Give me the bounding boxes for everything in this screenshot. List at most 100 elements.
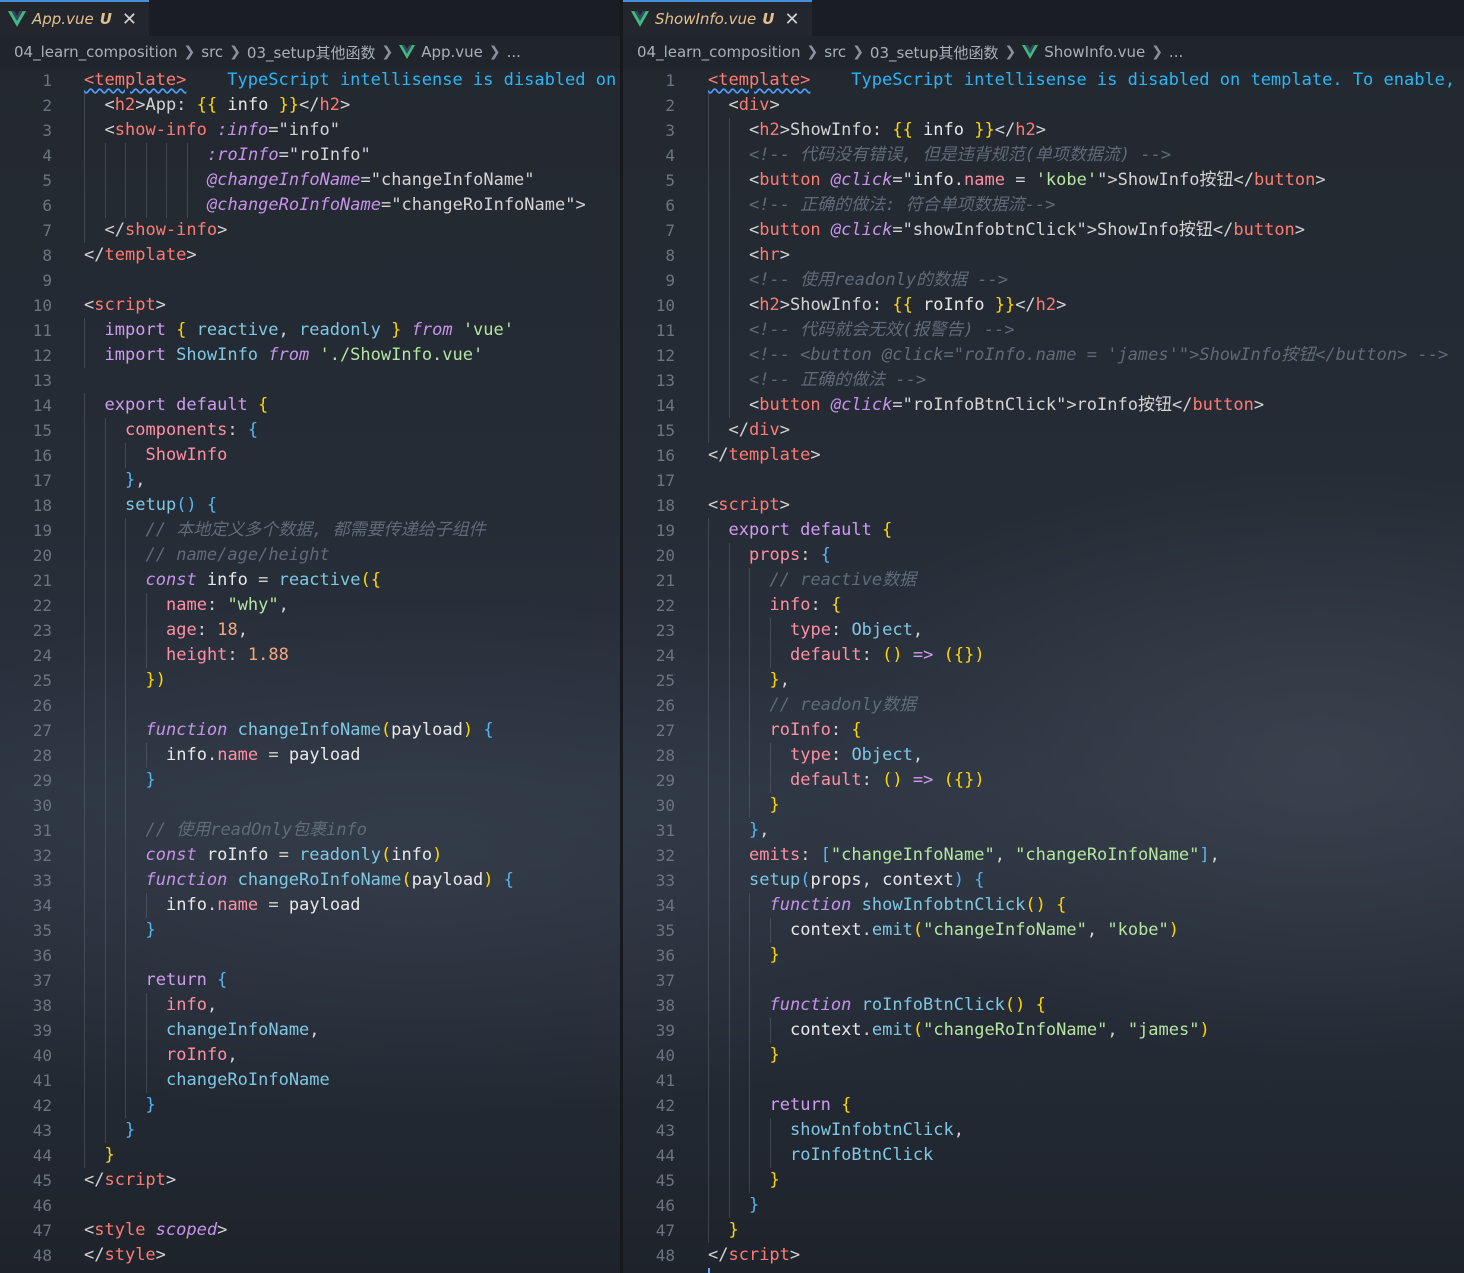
code-line[interactable]: 12 import ShowInfo from './ShowInfo.vue' (0, 343, 620, 368)
code-line[interactable]: 4 <!-- 代码没有错误, 但是违背规范(单项数据流) --> (623, 143, 1464, 168)
code-line[interactable]: 46} (623, 1193, 1464, 1218)
code-line[interactable]: 27 roInfo: { (623, 718, 1464, 743)
tab-app-vue[interactable]: App.vue U ✕ (0, 0, 149, 36)
editor-pane-left[interactable]: App.vue U ✕ 04_learn_composition ❯ src ❯… (0, 0, 623, 1273)
code-line[interactable]: 25}, (623, 668, 1464, 693)
code-line[interactable]: 9 <!-- 使用readonly的数据 --> (623, 268, 1464, 293)
code-line[interactable]: 36 (0, 943, 620, 968)
breadcrumb-symbol[interactable]: ... (507, 43, 521, 61)
code-line[interactable]: 35} (0, 918, 620, 943)
code-line[interactable]: 9 (0, 268, 620, 293)
tab-showinfo-vue[interactable]: ShowInfo.vue U ✕ (623, 0, 812, 36)
code-line[interactable]: 41 changeRoInfoName (0, 1068, 620, 1093)
code-line[interactable]: 21 // reactive数据 (623, 568, 1464, 593)
code-editor-left[interactable]: 1 <template> TypeScript intellisense is d… (0, 68, 620, 1273)
close-icon[interactable]: ✕ (784, 9, 799, 30)
code-line[interactable]: 33 setup(props, context) { (623, 868, 1464, 893)
code-line[interactable]: 48 </style> (0, 1243, 620, 1268)
code-line[interactable]: 35 context.emit("changeInfoName", "kobe") (623, 918, 1464, 943)
breadcrumb-file[interactable]: ShowInfo.vue (1044, 43, 1145, 61)
code-line[interactable]: 10 <h2>ShowInfo: {{ roInfo }}</h2> (623, 293, 1464, 318)
code-line[interactable]: 34 function showInfobtnClick() { (623, 893, 1464, 918)
code-line[interactable]: 11 <!-- 代码就会无效(报警告) --> (623, 318, 1464, 343)
code-line[interactable]: 40 roInfo, (0, 1043, 620, 1068)
code-line[interactable]: 1 <template> TypeScript intellisense is d… (0, 68, 620, 93)
code-line[interactable]: 42} (0, 1093, 620, 1118)
code-line[interactable]: 29} (0, 768, 620, 793)
code-line[interactable]: 32 const roInfo = readonly(info) (0, 843, 620, 868)
code-line[interactable]: 19 // 本地定义多个数据, 都需要传递给子组件 (0, 518, 620, 543)
code-line[interactable]: 46 (0, 1193, 620, 1218)
code-line[interactable]: 15 components: { (0, 418, 620, 443)
code-line[interactable]: 37 (623, 968, 1464, 993)
code-line[interactable]: 11 import { reactive, readonly } from 'vu… (0, 318, 620, 343)
code-line[interactable]: 41 (623, 1068, 1464, 1093)
code-line[interactable]: 39 context.emit("changeRoInfoName", "jame… (623, 1018, 1464, 1043)
code-line[interactable]: 39 changeInfoName, (0, 1018, 620, 1043)
code-line[interactable]: 38 info, (0, 993, 620, 1018)
code-line[interactable]: 14 <button @click="roInfoBtnClick">roInfo… (623, 393, 1464, 418)
code-line[interactable]: 40} (623, 1043, 1464, 1068)
editor-pane-right[interactable]: ShowInfo.vue U ✕ 04_learn_composition ❯ … (623, 0, 1464, 1273)
code-line[interactable]: 8 </template> (0, 243, 620, 268)
code-line[interactable]: 22 info: { (623, 593, 1464, 618)
code-line[interactable]: 31 // 使用readOnly包裹info (0, 818, 620, 843)
code-line[interactable]: 5 @changeInfoName="changeInfoName" (0, 168, 620, 193)
code-line[interactable]: 33 function changeRoInfoName(payload) { (0, 868, 620, 893)
breadcrumb-folder-root[interactable]: 04_learn_composition (637, 43, 801, 61)
code-line[interactable]: 17}, (0, 468, 620, 493)
code-line[interactable]: 20 props: { (623, 543, 1464, 568)
code-line[interactable]: 7 </show-info> (0, 218, 620, 243)
code-line[interactable]: 44 roInfoBtnClick (623, 1143, 1464, 1168)
code-line[interactable]: 38 function roInfoBtnClick() { (623, 993, 1464, 1018)
breadcrumb-folder-setup[interactable]: 03_setup其他函数 (247, 42, 376, 63)
code-line[interactable]: 1 <template> TypeScript intellisense is d… (623, 68, 1464, 93)
code-line[interactable]: 43 showInfobtnClick, (623, 1118, 1464, 1143)
code-line[interactable]: 22 name: "why", (0, 593, 620, 618)
code-line[interactable]: 18 setup() { (0, 493, 620, 518)
code-line[interactable]: 31}, (623, 818, 1464, 843)
code-line[interactable]: 8 <hr> (623, 243, 1464, 268)
code-line[interactable]: 48 </script> (623, 1243, 1464, 1268)
code-line[interactable]: 16 ShowInfo (0, 443, 620, 468)
code-line[interactable]: 18 <script> (623, 493, 1464, 518)
breadcrumb-folder-src[interactable]: src (824, 43, 846, 61)
breadcrumb-folder-src[interactable]: src (201, 43, 223, 61)
code-line[interactable]: 37 return { (0, 968, 620, 993)
code-line[interactable]: 14 export default { (0, 393, 620, 418)
code-line[interactable]: 4:roInfo="roInfo" (0, 143, 620, 168)
code-line[interactable]: 13 <!-- 正确的做法 --> (623, 368, 1464, 393)
code-line[interactable]: 28 type: Object, (623, 743, 1464, 768)
code-line[interactable]: 20 // name/age/height (0, 543, 620, 568)
code-line[interactable]: 30} (623, 793, 1464, 818)
code-line[interactable]: 19 export default { (623, 518, 1464, 543)
code-line[interactable]: 3 <h2>ShowInfo: {{ info }}</h2> (623, 118, 1464, 143)
code-line[interactable]: 2 <div> (623, 93, 1464, 118)
code-line[interactable]: 5 <button @click="info.name = 'kobe'">Sho… (623, 168, 1464, 193)
code-line[interactable]: 47} (623, 1218, 1464, 1243)
code-line[interactable]: 23 age: 18, (0, 618, 620, 643)
code-line[interactable]: 34 info.name = payload (0, 893, 620, 918)
code-line[interactable]: 32 emits: ["changeInfoName", "changeRoInf… (623, 843, 1464, 868)
breadcrumb-folder-setup[interactable]: 03_setup其他函数 (870, 42, 999, 63)
code-line[interactable]: 24 height: 1.88 (0, 643, 620, 668)
breadcrumb-symbol[interactable]: ... (1169, 43, 1183, 61)
code-line[interactable]: 43} (0, 1118, 620, 1143)
code-editor-right[interactable]: 1 <template> TypeScript intellisense is d… (623, 68, 1464, 1273)
code-line[interactable]: 15 </div> (623, 418, 1464, 443)
code-line[interactable]: 10 <script> (0, 293, 620, 318)
code-line[interactable]: 2 <h2>App: {{ info }}</h2> (0, 93, 620, 118)
code-line[interactable]: 26 (0, 693, 620, 718)
code-line[interactable]: 7 <button @click="showInfobtnClick">ShowI… (623, 218, 1464, 243)
code-line[interactable]: 23 type: Object, (623, 618, 1464, 643)
code-line[interactable]: 26 // readonly数据 (623, 693, 1464, 718)
code-line[interactable]: 6 <!-- 正确的做法: 符合单项数据流--> (623, 193, 1464, 218)
code-line[interactable]: 16 </template> (623, 443, 1464, 468)
code-line[interactable]: 36} (623, 943, 1464, 968)
close-icon[interactable]: ✕ (122, 9, 137, 30)
code-line[interactable]: 12 <!-- <button @click="roInfo.name = 'ja… (623, 343, 1464, 368)
code-line[interactable]: 45} (623, 1168, 1464, 1193)
breadcrumb-file[interactable]: App.vue (421, 43, 483, 61)
code-line[interactable]: 29 default: () => ({}) (623, 768, 1464, 793)
code-line[interactable]: 3 <show-info :info="info" (0, 118, 620, 143)
